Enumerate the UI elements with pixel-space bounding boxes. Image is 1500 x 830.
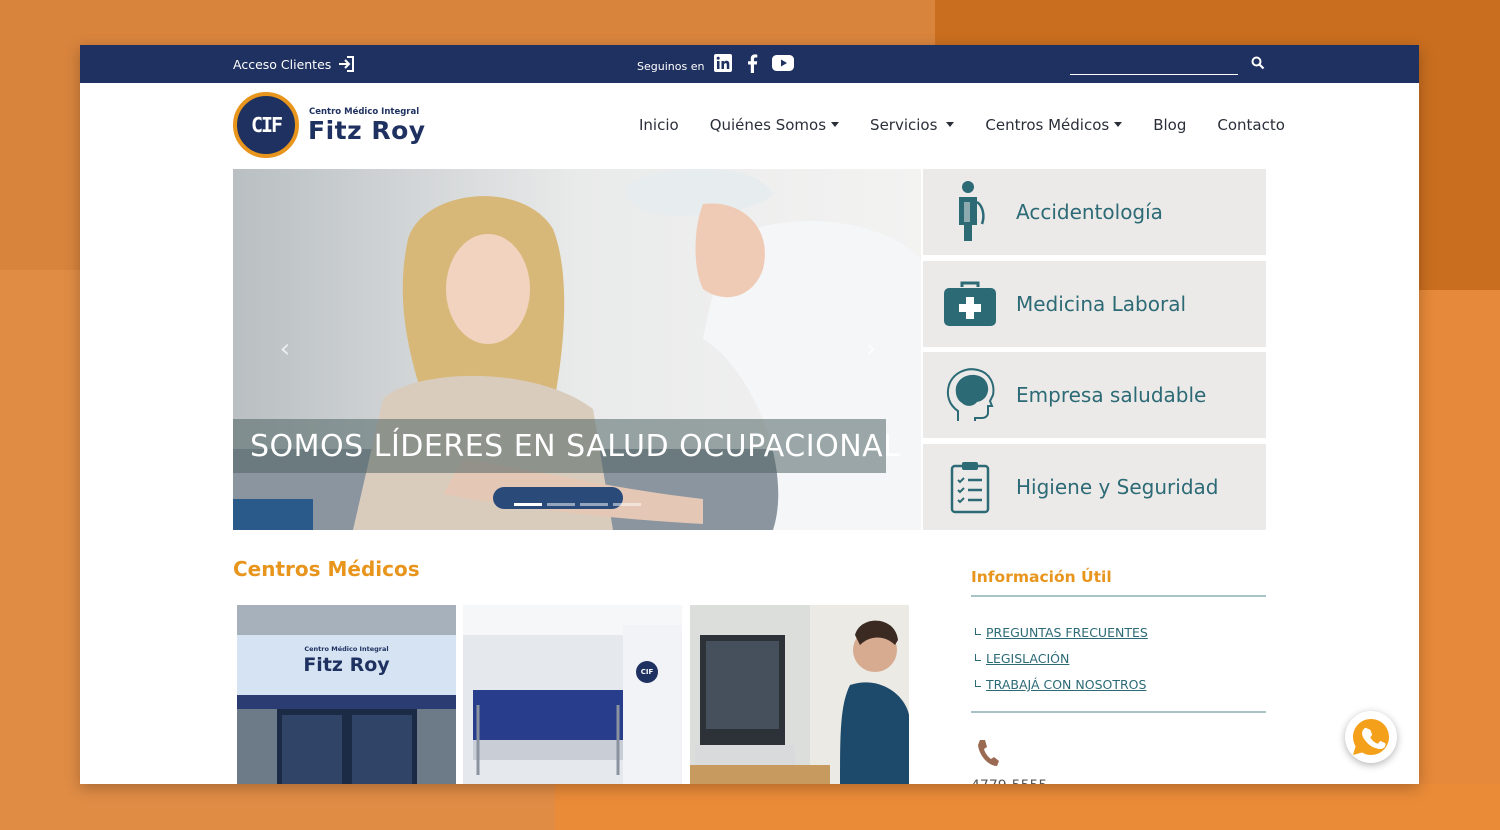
service-medicina-laboral[interactable]: Medicina Laboral (923, 261, 1266, 347)
whatsapp-icon (1353, 719, 1389, 755)
carousel-prev-icon[interactable]: ‹ (273, 334, 297, 364)
head-brain-icon (935, 360, 1005, 430)
login-icon (339, 56, 355, 72)
hero-caption: SOMOS LÍDERES EN SALUD OCUPACIONAL (233, 419, 900, 473)
phone-icon (978, 740, 999, 766)
list-item: LEGISLACIÓN (975, 646, 1148, 672)
acceso-clientes-link[interactable]: Acceso Clientes (233, 55, 355, 73)
linkedin-icon[interactable] (713, 53, 733, 73)
nav-item-quienes-somos[interactable]: Quiénes Somos (710, 116, 840, 134)
browser-page: Acceso Clientes Seguinos en CIF Centro M… (80, 45, 1419, 784)
centro-sign-subtitle: Centro Médico Integral (304, 645, 389, 653)
brand-logo[interactable]: CIF (233, 92, 299, 158)
youtube-icon[interactable] (771, 53, 795, 73)
centro-thumb[interactable] (690, 605, 909, 784)
centro-photo (690, 605, 909, 784)
nav-item-blog[interactable]: Blog (1153, 116, 1186, 134)
centro-sign-name: Fitz Roy (303, 654, 390, 676)
whatsapp-button[interactable] (1345, 711, 1397, 763)
service-label: Higiene y Seguridad (1016, 475, 1219, 499)
nav-item-servicios[interactable]: Servicios (870, 116, 955, 134)
info-links: PREGUNTAS FRECUENTES LEGISLACIÓN TRABAJÁ… (975, 620, 1148, 698)
facebook-icon[interactable] (742, 53, 762, 73)
hero-slide-image (233, 169, 921, 530)
carousel-next-icon[interactable]: › (859, 334, 883, 364)
injured-person-icon (935, 177, 1005, 247)
centro-photo (237, 605, 456, 784)
clipboard-checklist-icon (935, 452, 1005, 522)
chevron-down-icon (946, 122, 955, 127)
medical-kit-icon (935, 269, 1005, 339)
centros-heading: Centros Médicos (233, 557, 420, 581)
acceso-clientes-label: Acceso Clientes (233, 56, 332, 72)
tree-branch-icon (975, 679, 981, 687)
centro-wall-logo: CIF (636, 661, 658, 683)
centro-photo (463, 605, 682, 784)
search-input[interactable] (1070, 55, 1238, 75)
service-higiene-seguridad[interactable]: Higiene y Seguridad (923, 444, 1266, 530)
chevron-down-icon (1114, 122, 1123, 127)
service-label: Accidentología (1016, 200, 1163, 224)
link-preguntas-frecuentes[interactable]: PREGUNTAS FRECUENTES (986, 620, 1148, 646)
service-empresa-saludable[interactable]: Empresa saludable (923, 352, 1266, 438)
seguinos-label: Seguinos en (637, 59, 705, 73)
link-trabaja-con-nosotros[interactable]: TRABAJÁ CON NOSOTROS (986, 672, 1146, 698)
list-item: PREGUNTAS FRECUENTES (975, 620, 1148, 646)
service-accidentologia[interactable]: Accidentología (923, 169, 1266, 255)
nav-item-centros-medicos[interactable]: Centros Médicos (985, 116, 1123, 134)
nav-item-contacto[interactable]: Contacto (1217, 116, 1285, 134)
link-legislacion[interactable]: LEGISLACIÓN (986, 646, 1069, 672)
carousel-indicator[interactable] (547, 503, 575, 506)
tree-branch-icon (975, 627, 981, 635)
list-item: TRABAJÁ CON NOSOTROS (975, 672, 1148, 698)
main-navbar: CIF Centro Médico Integral Fitz Roy Inic… (80, 83, 1419, 169)
top-bar: Acceso Clientes Seguinos en (80, 45, 1419, 83)
carousel-indicator[interactable] (613, 503, 641, 506)
carousel-indicator[interactable] (580, 503, 608, 506)
carousel-indicator[interactable] (514, 503, 542, 506)
service-label: Medicina Laboral (1016, 292, 1187, 316)
phone-number: 4779-5555 (971, 778, 1047, 784)
centro-thumb[interactable]: Centro Médico Integral Fitz Roy (237, 605, 456, 784)
nav-menu: Inicio Quiénes Somos Servicios Centros M… (639, 116, 1285, 134)
tree-branch-icon (975, 653, 981, 661)
brand-name: Fitz Roy (308, 116, 426, 145)
hero-carousel[interactable]: SOMOS LÍDERES EN SALUD OCUPACIONAL ‹ › (233, 169, 921, 530)
brand-logo-text: CIF (250, 113, 283, 137)
divider (971, 595, 1266, 597)
chevron-down-icon (831, 122, 840, 127)
carousel-indicators (514, 503, 641, 506)
divider (971, 711, 1266, 713)
search-icon[interactable] (1250, 55, 1266, 71)
social-links: Seguinos en (637, 53, 795, 73)
service-label: Empresa saludable (1016, 383, 1207, 407)
nav-item-inicio[interactable]: Inicio (639, 116, 679, 134)
info-heading: Información Útil (971, 568, 1112, 586)
centro-thumb[interactable]: CIF (463, 605, 682, 784)
